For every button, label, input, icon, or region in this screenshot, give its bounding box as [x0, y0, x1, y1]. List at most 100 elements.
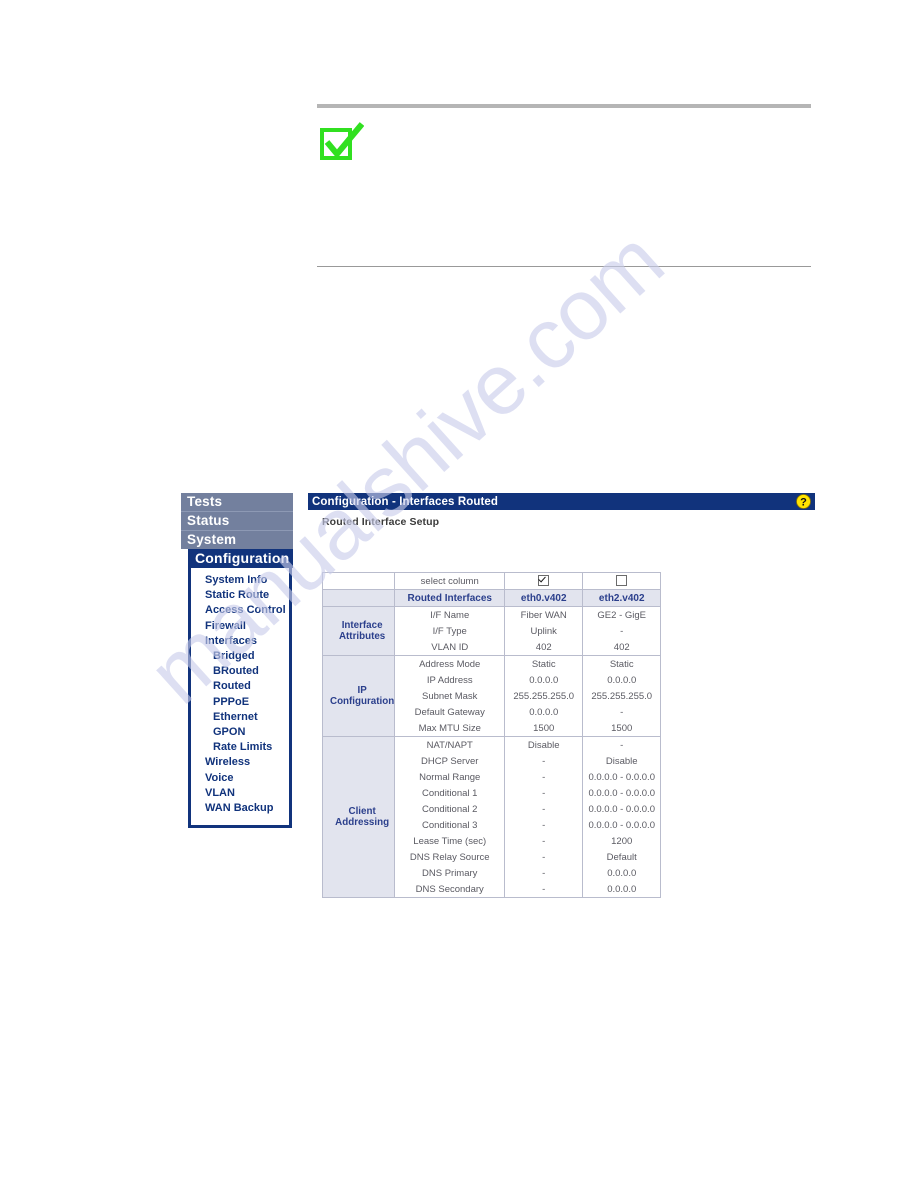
cell-value: 0.0.0.0	[582, 672, 661, 688]
column-select-checkbox-eth2.v402[interactable]	[616, 575, 628, 587]
cell-value: 1500	[582, 720, 661, 737]
cell-value: Disable	[504, 736, 583, 753]
cell-value: 0.0.0.0 - 0.0.0.0	[582, 817, 661, 833]
row-group-label-interface-attributes: Interface Attributes	[322, 606, 395, 656]
cell-value: -	[504, 753, 583, 769]
sidebar-tab-status[interactable]: Status	[181, 511, 293, 530]
row-label-conditional-1: Conditional 1	[394, 785, 505, 801]
cell-value: 0.0.0.0	[582, 881, 661, 898]
sidebar-item-rate-limits[interactable]: Rate Limits	[191, 740, 289, 755]
cell-value: Disable	[582, 753, 661, 769]
cell-value: -	[504, 881, 583, 898]
cell-value: 255.255.255.0	[504, 688, 583, 704]
row-label-nat-napt: NAT/NAPT	[394, 736, 505, 753]
sidebar-item-gpon[interactable]: GPON	[191, 725, 289, 740]
row-group-label-line1: IP	[357, 685, 367, 696]
cell-value: 0.0.0.0 - 0.0.0.0	[582, 801, 661, 817]
select-column-label: select column	[394, 572, 505, 590]
cell-value: -	[504, 769, 583, 785]
column-select-checkbox-cell-2	[582, 572, 661, 590]
cell-value: -	[504, 865, 583, 881]
column-headers-corner-cell	[322, 589, 395, 607]
sidebar-item-wireless[interactable]: Wireless	[191, 755, 289, 770]
row-group-label-line2: Configuration	[330, 696, 395, 707]
note-rule-bottom	[317, 266, 811, 267]
routed-interfaces-header: Routed Interfaces	[394, 589, 505, 607]
cell-value: -	[504, 833, 583, 849]
sidebar-item-voice[interactable]: Voice	[191, 771, 289, 786]
cell-value: -	[582, 736, 661, 753]
table-row-select-column: select column	[322, 572, 661, 590]
column-header-eth2.v402[interactable]: eth2.v402	[582, 589, 661, 607]
sidebar-item-interfaces[interactable]: Interfaces	[191, 634, 289, 649]
row-group-label-line2: Attributes	[338, 631, 386, 642]
row-group-label-ip-configuration: IP Configuration	[322, 655, 395, 737]
row-label-conditional-3: Conditional 3	[394, 817, 505, 833]
cell-value: 1200	[582, 833, 661, 849]
table-row: Interface Attributes I/F Name Fiber WAN GE2 …	[322, 606, 661, 656]
sidebar-item-routed[interactable]: Routed	[191, 679, 289, 694]
sidebar-item-brouted[interactable]: BRouted	[191, 664, 289, 679]
cell-value: 0.0.0.0 - 0.0.0.0	[582, 769, 661, 785]
sidebar-item-ethernet[interactable]: Ethernet	[191, 710, 289, 725]
column-header-eth0.v402[interactable]: eth0.v402	[504, 589, 583, 607]
cell-value: Default	[582, 849, 661, 865]
cell-value: -	[504, 849, 583, 865]
sidebar-item-bridged[interactable]: Bridged	[191, 649, 289, 664]
main-content-panel: Configuration - Interfaces Routed ? Rout…	[308, 493, 815, 528]
sidebar-tab-system[interactable]: System	[181, 530, 293, 549]
table-row-column-headers: Routed Interfaces eth0.v402 eth2.v402	[322, 589, 661, 607]
row-label-subnet-mask: Subnet Mask	[394, 688, 505, 704]
row-group-label-line2: Addressing	[335, 817, 390, 828]
cell-value: 402	[582, 639, 661, 656]
page-title-bar: Configuration - Interfaces Routed ?	[308, 493, 815, 510]
cell-value: 1500	[504, 720, 583, 737]
row-group-label-line1: Interface	[341, 620, 383, 631]
sidebar-item-firewall[interactable]: Firewall	[191, 619, 289, 634]
sidebar-menu-panel: System Info Static Route Access Control Fir…	[188, 568, 292, 829]
cell-value: -	[504, 817, 583, 833]
cell-value: Uplink	[504, 623, 583, 639]
cell-value: -	[582, 623, 661, 639]
sidebar-item-system-info[interactable]: System Info	[191, 573, 289, 588]
sidebar-item-vlan[interactable]: VLAN	[191, 786, 289, 801]
row-group-label-client-addressing: Client Addressing	[322, 736, 395, 898]
sidebar-item-wan-backup[interactable]: WAN Backup	[191, 801, 289, 816]
cell-value: 0.0.0.0	[582, 865, 661, 881]
page-title: Configuration - Interfaces Routed	[312, 495, 499, 508]
sidebar-tab-tests[interactable]: Tests	[181, 493, 293, 511]
router-web-ui-screenshot: Tests Status System Configuration System In…	[181, 493, 821, 913]
cell-value: Fiber WAN	[504, 606, 583, 623]
row-label-normal-range: Normal Range	[394, 769, 505, 785]
sidebar-tab-configuration[interactable]: Configuration	[188, 549, 293, 568]
cell-value: 255.255.255.0	[582, 688, 661, 704]
sidebar-item-pppoe[interactable]: PPPoE	[191, 695, 289, 710]
row-label-dns-relay-source: DNS Relay Source	[394, 849, 505, 865]
sidebar-item-access-control[interactable]: Access Control	[191, 603, 289, 618]
row-label-dns-primary: DNS Primary	[394, 865, 505, 881]
row-label-dhcp-server: DHCP Server	[394, 753, 505, 769]
note-rule-top	[317, 104, 811, 108]
cell-value: 0.0.0.0	[504, 672, 583, 688]
row-label-i-f-name: I/F Name	[394, 606, 505, 623]
sidebar-tab-group: Tests Status System Configuration	[181, 493, 293, 568]
row-group-label-line1: Client	[348, 806, 376, 817]
row-label-conditional-2: Conditional 2	[394, 801, 505, 817]
row-label-default-gateway: Default Gateway	[394, 704, 505, 720]
row-label-lease-time-sec-: Lease Time (sec)	[394, 833, 505, 849]
question-mark-help-icon[interactable]: ?	[796, 494, 811, 509]
table-row: Client Addressing NAT/NAPT Disable -	[322, 736, 661, 898]
green-check-box-icon	[320, 122, 365, 162]
cell-value: -	[582, 704, 661, 720]
column-select-checkbox-cell-1	[504, 572, 583, 590]
column-select-checkbox-eth0.v402[interactable]	[538, 575, 550, 587]
page-subtitle: Routed Interface Setup	[322, 516, 440, 528]
sidebar-navigation: Tests Status System Configuration System In…	[181, 493, 293, 829]
row-label-ip-address: IP Address	[394, 672, 505, 688]
routed-interfaces-table: select column Routed Interfaces eth0.v402 e…	[322, 572, 662, 898]
select-row-corner-cell	[322, 572, 395, 590]
sidebar-item-static-route[interactable]: Static Route	[191, 588, 289, 603]
cell-value: Static	[582, 655, 661, 672]
table-row: IP Configuration Address Mode Static Static	[322, 655, 661, 737]
cell-value: 402	[504, 639, 583, 656]
